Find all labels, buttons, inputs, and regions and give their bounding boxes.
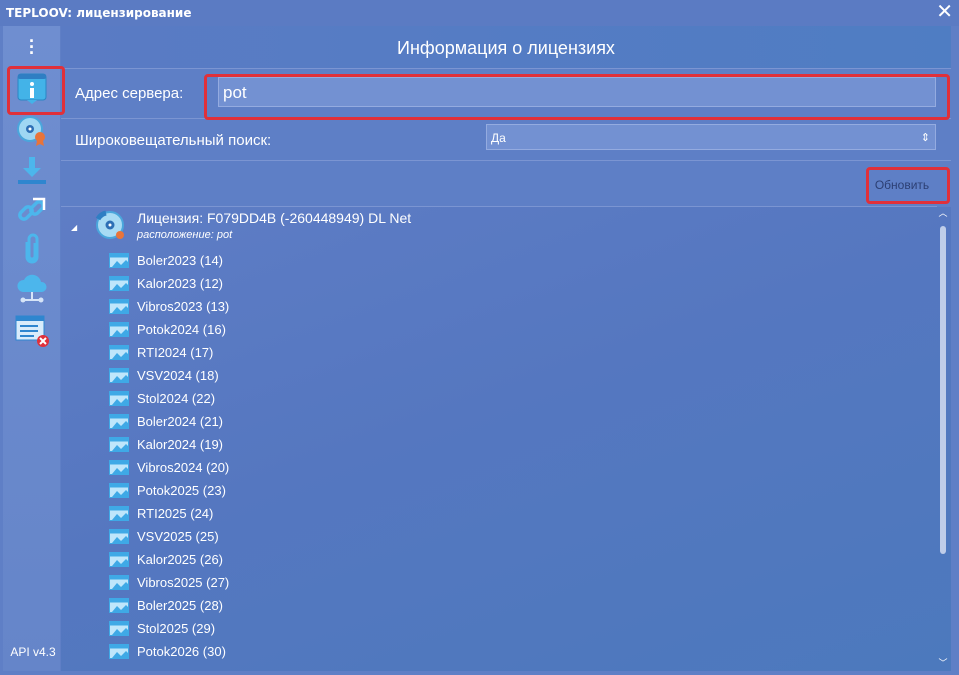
sidebar-item-license[interactable]	[7, 112, 57, 150]
vertical-scrollbar[interactable]: ︿ ﹀	[937, 206, 949, 671]
cloud-network-icon	[17, 274, 47, 303]
module-window-icon	[109, 505, 129, 521]
module-window-icon	[109, 413, 129, 429]
sidebar-item-link[interactable]	[7, 192, 57, 230]
list-item-label: Stol2025 (29)	[137, 620, 216, 636]
list-item[interactable]: RTI2025 (24)	[109, 503, 213, 523]
list-item[interactable]: Boler2025 (28)	[109, 595, 223, 615]
list-delete-icon	[15, 315, 49, 347]
module-window-icon	[109, 390, 129, 406]
scroll-down-icon[interactable]: ﹀	[937, 656, 949, 669]
list-item-label: RTI2025 (24)	[137, 505, 214, 521]
list-item-label: Kalor2025 (26)	[137, 551, 223, 567]
license-title: Лицензия: F079DD4B (-260448949) DL Net	[137, 210, 412, 226]
module-window-icon	[109, 367, 129, 383]
refresh-button[interactable]: Обновить	[867, 173, 937, 197]
list-item-label: Boler2025 (28)	[137, 597, 223, 613]
module-window-icon	[109, 551, 129, 567]
list-item[interactable]: Potok2026 (30)	[109, 641, 226, 661]
list-item-label: Boler2023 (14)	[137, 252, 223, 268]
module-window-icon	[109, 528, 129, 544]
broadcast-label: Широковещательный поиск:	[75, 132, 272, 149]
list-item-label: Kalor2024 (19)	[137, 436, 223, 452]
list-item[interactable]: Boler2024 (21)	[109, 411, 223, 431]
scroll-thumb[interactable]	[940, 226, 946, 554]
license-disc-icon	[17, 116, 45, 146]
api-version: API v4.3	[10, 645, 56, 659]
list-item[interactable]: VSV2024 (18)	[109, 365, 219, 385]
module-window-icon	[109, 643, 129, 659]
updown-icon: ⇕	[920, 132, 930, 144]
list-item[interactable]: Stol2024 (22)	[109, 388, 215, 408]
list-item[interactable]: Potok2024 (16)	[109, 319, 226, 339]
module-window-icon	[109, 344, 129, 360]
scroll-up-icon[interactable]: ︿	[937, 206, 949, 219]
sidebar-item-download[interactable]	[7, 152, 57, 190]
list-item-label: Vibros2024 (20)	[137, 459, 230, 475]
broadcast-value: Да	[491, 131, 506, 145]
list-item-label: Potok2026 (30)	[137, 643, 226, 659]
server-address-input[interactable]: pot	[218, 77, 936, 107]
module-window-icon	[109, 321, 129, 337]
module-window-icon	[109, 252, 129, 268]
list-item[interactable]: Stol2025 (29)	[109, 618, 215, 638]
list-item-label: VSV2024 (18)	[137, 367, 219, 383]
sidebar: · · · API v4.3	[3, 26, 60, 671]
list-item-label: RTI2024 (17)	[137, 344, 214, 360]
list-item[interactable]: Potok2025 (23)	[109, 480, 226, 500]
list-item-label: Kalor2023 (12)	[137, 275, 223, 291]
sidebar-item-attach[interactable]	[7, 230, 57, 268]
list-item-label: VSV2025 (25)	[137, 528, 219, 544]
list-item[interactable]: Kalor2024 (19)	[109, 434, 223, 454]
module-window-icon	[109, 620, 129, 636]
link-icon	[18, 197, 46, 221]
download-icon	[18, 157, 46, 184]
window-title: TEPLOOV: лицензирование	[6, 6, 192, 20]
title-bar: TEPLOOV: лицензирование ✕	[0, 0, 959, 26]
list-item[interactable]: Vibros2025 (27)	[109, 572, 229, 592]
module-window-icon	[109, 436, 129, 452]
toolbar-row: Обновить	[61, 160, 951, 207]
module-window-icon	[109, 482, 129, 498]
paperclip-icon	[25, 233, 39, 264]
info-icon	[17, 73, 47, 104]
module-window-icon	[109, 275, 129, 291]
list-item[interactable]: Vibros2024 (20)	[109, 457, 229, 477]
module-window-icon	[109, 597, 129, 613]
list-item-label: Vibros2025 (27)	[137, 574, 230, 590]
module-window-icon	[109, 298, 129, 314]
main-panel: Информация о лицензиях Адрес сервера: po…	[61, 26, 951, 671]
license-location: расположение: pot	[137, 229, 233, 241]
license-disc-icon	[95, 210, 124, 239]
list-item[interactable]: Vibros2023 (13)	[109, 296, 229, 316]
list-item[interactable]: Kalor2025 (26)	[109, 549, 223, 569]
list-item[interactable]: RTI2024 (17)	[109, 342, 213, 362]
list-item-label: Potok2024 (16)	[137, 321, 226, 337]
list-item-label: Vibros2023 (13)	[137, 298, 230, 314]
server-row: Адрес сервера: pot	[61, 68, 951, 119]
sidebar-item-info[interactable]	[7, 70, 57, 108]
license-tree: ◢ Лицензия: F079DD4B (-260448949) DL Net…	[61, 206, 937, 672]
page-title: Информация о лицензиях	[61, 26, 951, 68]
list-item-label: Stol2024 (22)	[137, 390, 216, 406]
app-window: TEPLOOV: лицензирование ✕ · · · API v4.3…	[0, 0, 959, 675]
module-window-icon	[109, 459, 129, 475]
list-item-label: Potok2025 (23)	[137, 482, 226, 498]
list-item[interactable]: VSV2025 (25)	[109, 526, 219, 546]
server-label: Адрес сервера:	[75, 85, 184, 102]
broadcast-row: Широковещательный поиск: Да ⇕	[61, 118, 951, 161]
module-window-icon	[109, 574, 129, 590]
broadcast-select[interactable]: Да ⇕	[486, 124, 936, 150]
sidebar-item-cloud[interactable]	[7, 270, 57, 308]
list-item-label: Boler2024 (21)	[137, 413, 223, 429]
kebab-menu-icon[interactable]: · · ·	[27, 32, 37, 62]
sidebar-item-list-delete[interactable]	[7, 312, 57, 350]
list-item[interactable]: Kalor2023 (12)	[109, 273, 223, 293]
close-icon[interactable]: ✕	[936, 2, 953, 22]
list-item[interactable]: Boler2023 (14)	[109, 250, 223, 270]
collapse-triangle-icon[interactable]: ◢	[71, 223, 77, 232]
